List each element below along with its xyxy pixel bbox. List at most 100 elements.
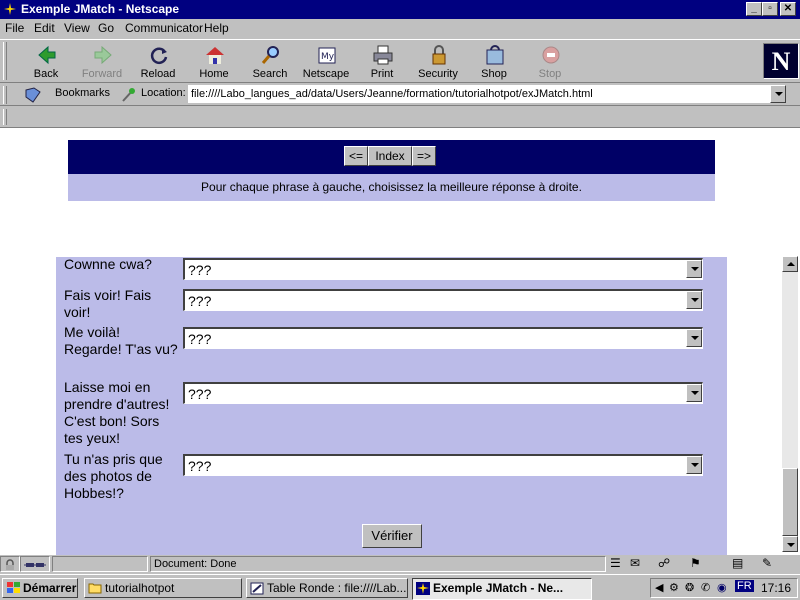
chevron-up-icon (787, 262, 795, 266)
progress-bar (52, 556, 148, 572)
instructions: Pour chaque phrase à gauche, choisissez … (68, 174, 715, 201)
plug-icon (24, 563, 46, 567)
forward-button[interactable]: Forward (74, 42, 130, 82)
chevron-down-icon (787, 543, 795, 547)
next-button[interactable]: => (412, 146, 436, 166)
system-tray: ◀ ⚙ ❂ ✆ ◉ FR 17:16 (650, 578, 798, 598)
back-button[interactable]: Back (18, 42, 74, 82)
stop-button[interactable]: Stop (522, 42, 578, 82)
stop-icon (542, 46, 560, 64)
location-icon (122, 88, 135, 102)
scroll-track[interactable] (782, 272, 798, 468)
answer-select-3[interactable]: ??? (183, 327, 703, 349)
connection-status-icon (20, 556, 50, 572)
search-button[interactable]: Search (242, 42, 298, 82)
chevron-down-icon (691, 298, 699, 302)
menu-bar: File Edit View Go Communicator Help (0, 19, 800, 38)
language-indicator[interactable]: FR (735, 580, 754, 592)
address-book-icon[interactable]: ⚑ (690, 556, 701, 570)
windows-taskbar: Démarrer tutorialhotpot Table Ronde : fi… (0, 574, 800, 600)
start-label: Démarrer (23, 581, 77, 595)
newsgroups-icon[interactable]: ☍ (658, 556, 670, 570)
tray-eye-icon[interactable]: ◉ (717, 581, 727, 594)
task-tutorialhotpot[interactable]: tutorialhotpot (84, 578, 242, 598)
netscape-window-icon (3, 2, 17, 16)
scroll-down-button[interactable] (782, 536, 798, 552)
answer-select-2[interactable]: ??? (183, 289, 703, 311)
netscape-logo[interactable]: N (763, 43, 799, 79)
padlock-icon (6, 559, 14, 570)
vertical-scrollbar[interactable] (782, 256, 798, 552)
menu-go[interactable]: Go (98, 21, 114, 35)
print-icon (373, 45, 393, 65)
start-button[interactable]: Démarrer (2, 578, 78, 598)
tray-app-icon[interactable]: ❂ (685, 581, 694, 594)
status-bar: Document: Done ☰ ✉ ☍ ⚑ ▤ ✎ (0, 555, 800, 573)
question-text-3: Me voilà! Regarde! T'as vu? (64, 324, 178, 357)
lock-icon (432, 45, 446, 65)
resize-grip-icon[interactable]: ✎ (762, 556, 772, 570)
question-text-1: Cownne cwa? (64, 256, 152, 272)
mail-icon[interactable]: ✉ (630, 556, 640, 570)
navigation-toolbar: Back Forward Reload Home Search My Netsc… (0, 39, 800, 83)
chevron-down-icon (691, 463, 699, 467)
svg-text:My: My (321, 52, 335, 62)
personal-toolbar-grip[interactable] (3, 109, 7, 125)
location-toolbar: Bookmarks Location: (0, 84, 800, 106)
component-bar: ☰ ✉ ☍ ⚑ ▤ ✎ (608, 556, 786, 572)
menu-help[interactable]: Help (204, 21, 229, 35)
folder-icon (88, 583, 102, 594)
window-title-bar[interactable]: Exemple JMatch - Netscape _ ▫ ✕ (0, 0, 800, 19)
security-status-icon[interactable] (0, 556, 20, 572)
index-button[interactable]: Index (368, 146, 412, 166)
composer-app-icon (250, 582, 264, 595)
close-button[interactable]: ✕ (780, 2, 796, 16)
menu-communicator[interactable]: Communicator (125, 21, 203, 35)
answer-select-5[interactable]: ??? (183, 454, 703, 476)
home-icon (206, 47, 224, 64)
tray-link-icon[interactable]: ✆ (701, 581, 710, 594)
personal-toolbar (0, 107, 800, 127)
home-button[interactable]: Home (186, 42, 242, 82)
minimize-button[interactable]: _ (746, 2, 762, 16)
volume-icon[interactable]: ◀ (655, 581, 663, 594)
location-dropdown-button[interactable] (770, 85, 786, 103)
composer-icon[interactable]: ▤ (732, 556, 743, 570)
location-toolbar-grip[interactable] (3, 86, 7, 104)
back-arrow-icon (38, 45, 56, 65)
search-icon (261, 46, 279, 64)
network-icon[interactable]: ⚙ (669, 581, 679, 594)
scroll-up-button[interactable] (782, 256, 798, 272)
answer-select-4[interactable]: ??? (183, 382, 703, 404)
menu-edit[interactable]: Edit (34, 21, 55, 35)
toolbar-grip[interactable] (3, 42, 7, 80)
verify-button[interactable]: Vérifier (362, 524, 422, 548)
reload-button[interactable]: Reload (130, 42, 186, 82)
chevron-down-icon (691, 267, 699, 271)
shop-button[interactable]: Shop (466, 42, 522, 82)
bookmarks-button[interactable]: Bookmarks (55, 87, 110, 99)
scroll-thumb[interactable] (782, 468, 798, 536)
security-button[interactable]: Security (410, 42, 466, 82)
netscape-app-icon (416, 582, 430, 595)
reload-icon (150, 47, 168, 64)
question-text-5: Tu n'as pris que des photos de Hobbes!? (64, 451, 163, 501)
task-table-ronde[interactable]: Table Ronde : file:////Lab... (246, 578, 408, 598)
task-exemple-jmatch[interactable]: Exemple JMatch - Ne... (412, 578, 592, 600)
bookmarks-icon (25, 87, 41, 103)
match-panel: Cownne cwa? ??? Fais voir! Fais voir! ??… (56, 256, 727, 555)
shop-icon (486, 45, 504, 65)
prev-button[interactable]: <= (344, 146, 368, 166)
status-text: Document: Done (150, 556, 606, 572)
netscape-button[interactable]: My Netscape (298, 42, 354, 82)
menu-view[interactable]: View (64, 21, 90, 35)
maximize-button[interactable]: ▫ (762, 2, 778, 16)
print-button[interactable]: Print (354, 42, 410, 82)
clock[interactable]: 17:16 (761, 581, 791, 595)
location-input[interactable] (188, 85, 770, 103)
chevron-down-icon (691, 391, 699, 395)
navigator-icon[interactable]: ☰ (610, 556, 621, 570)
answer-select-1[interactable]: ??? (183, 258, 703, 280)
menu-file[interactable]: File (5, 21, 24, 35)
question-text-4: Laisse moi en prendre d'autres! C'est bo… (64, 379, 170, 446)
